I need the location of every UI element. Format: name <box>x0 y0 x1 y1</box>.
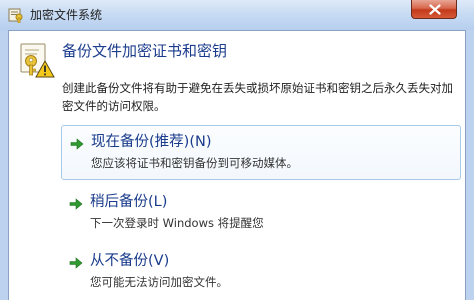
window-title: 加密文件系统 <box>30 8 103 22</box>
option-backup-now[interactable]: 现在备份(推荐)(N) 您应该将证书和密钥备份到可移动媒体。 <box>61 125 461 180</box>
option-subtitle: 您可能无法访问加密文件。 <box>90 275 228 289</box>
option-title: 从不备份(V) <box>90 253 170 269</box>
option-backup-later[interactable]: 稍后备份(L) 下一次登录时 Windows 将提醒您 <box>61 186 461 241</box>
title-bar[interactable]: 加密文件系统 <box>0 0 474 30</box>
certificate-key-icon <box>8 8 23 23</box>
dialog-content: 备份文件加密证书和密钥 创建此备份文件将有助于避免在丢失或损坏原始证书和密钥之后… <box>8 30 466 300</box>
close-button[interactable] <box>411 0 457 19</box>
option-subtitle: 您应该将证书和密钥备份到可移动媒体。 <box>91 156 298 170</box>
green-arrow-icon <box>69 198 83 210</box>
option-title: 稍后备份(L) <box>90 194 168 210</box>
description-text: 创建此备份文件将有助于避免在丢失或损坏原始证书和密钥之后永久丢失对加密文件的访问… <box>62 81 453 113</box>
close-icon <box>429 4 441 15</box>
option-subtitle: 下一次登录时 Windows 将提醒您 <box>90 216 264 230</box>
green-arrow-icon <box>70 138 84 150</box>
option-never-backup[interactable]: 从不备份(V) 您可能无法访问加密文件。 <box>61 245 461 300</box>
green-arrow-icon <box>69 257 83 269</box>
option-title: 现在备份(推荐)(N) <box>91 134 212 150</box>
page-heading: 备份文件加密证书和密钥 <box>62 42 228 60</box>
efs-dialog-window: 加密文件系统 备份文件加密证书和密钥 创建此备份文件将有助于避免在丢失或损坏原始… <box>0 0 474 300</box>
key-warning-icon <box>20 43 55 78</box>
